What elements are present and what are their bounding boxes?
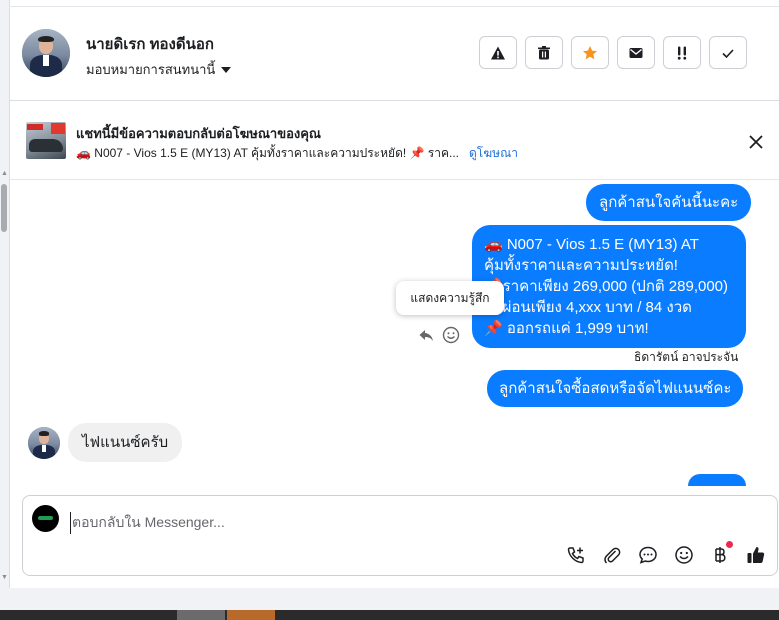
message-bubble-outgoing[interactable]: ลูกค้าสนใจซื้อสดหรือจัดไฟแนนซ์คะ: [487, 370, 744, 407]
envelope-icon: [629, 47, 643, 58]
emoji-button[interactable]: [673, 544, 695, 566]
scroll-down-arrow-icon[interactable]: ▼: [1, 574, 8, 581]
assign-label: มอบหมายการสนทนานี้: [86, 62, 216, 77]
composer-tools: [565, 541, 767, 566]
add-call-icon: [567, 547, 584, 564]
header-actions: [479, 36, 747, 69]
emoji-icon: [675, 546, 693, 564]
ad-banner-subtitle: 🚗 N007 - Vios 1.5 E (MY13) AT คุ้มทั้งรา…: [76, 144, 518, 163]
reply-input[interactable]: ตอบกลับใน Messenger...: [70, 512, 225, 534]
follow-up-button[interactable]: [663, 36, 701, 69]
message-bubble-outgoing[interactable]: [688, 474, 746, 486]
scroll-up-arrow-icon[interactable]: ▲: [1, 170, 8, 177]
attachment-icon: [604, 547, 621, 564]
star-icon: [583, 45, 597, 59]
saved-replies-button[interactable]: [637, 544, 659, 566]
notification-dot: [726, 541, 733, 548]
ad-reply-banner: แชทนี้มีข้อความตอบกลับต่อโฆษณาของคุณ 🚗 N…: [10, 101, 779, 180]
close-icon[interactable]: [746, 132, 766, 152]
scrollbar[interactable]: ▲ ▼: [0, 0, 10, 600]
ad-snippet: 🚗 N007 - Vios 1.5 E (MY13) AT คุ้มทั้งรา…: [76, 146, 460, 160]
follow-up-icon: [677, 46, 687, 60]
trash-icon: [538, 45, 550, 59]
page-avatar: [32, 505, 59, 532]
contact-name[interactable]: นายดิเรก ทองดีนอก: [86, 32, 214, 56]
attach-file-button[interactable]: [601, 544, 623, 566]
ad-thumbnail[interactable]: [26, 122, 66, 159]
check-icon: [722, 48, 734, 58]
ad-banner-title: แชทนี้มีข้อความตอบกลับต่อโฆษณาของคุณ: [76, 126, 321, 141]
smiley-react-icon[interactable]: [442, 326, 460, 344]
contact-avatar[interactable]: [22, 29, 70, 77]
page-footer-strip: [0, 588, 779, 610]
reply-icon[interactable]: [418, 327, 434, 343]
mark-done-button[interactable]: [709, 36, 747, 69]
baht-payment-icon: [715, 547, 726, 563]
caret-down-icon: [221, 66, 232, 73]
like-button[interactable]: [745, 544, 767, 566]
mark-spam-button[interactable]: [479, 36, 517, 69]
conversation-header: นายดิเรก ทองดีนอก มอบหมายการสนทนานี้: [10, 7, 779, 101]
mark-unread-button[interactable]: [617, 36, 655, 69]
contact-avatar-small[interactable]: [28, 427, 60, 459]
message-bubble-incoming[interactable]: ไฟแนนซ์ครับ: [68, 423, 183, 462]
add-call-button[interactable]: [565, 544, 587, 566]
star-button[interactable]: [571, 36, 609, 69]
warning-icon: [491, 46, 505, 59]
thumbs-up-icon: [747, 547, 765, 563]
react-tooltip: แสดงความรู้สึก: [396, 281, 504, 315]
scrollbar-thumb[interactable]: [1, 184, 7, 232]
delete-button[interactable]: [525, 36, 563, 69]
sender-name: ธิดารัตน์ อาจประจัน: [634, 350, 739, 364]
message-bubble-outgoing[interactable]: 🚗 N007 - Vios 1.5 E (MY13) AT คุ้มทั้งรา…: [472, 225, 746, 348]
assign-conversation-dropdown[interactable]: มอบหมายการสนทนานี้: [86, 59, 232, 80]
message-bubble-outgoing[interactable]: ลูกค้าสนใจคันนี้นะคะ: [586, 184, 752, 221]
payment-button[interactable]: [709, 541, 733, 566]
saved-reply-icon: [639, 546, 657, 564]
taskbar: [0, 610, 779, 620]
view-ad-link[interactable]: ดูโฆษณา: [469, 144, 518, 163]
reply-composer: ตอบกลับใน Messenger...: [22, 495, 778, 576]
